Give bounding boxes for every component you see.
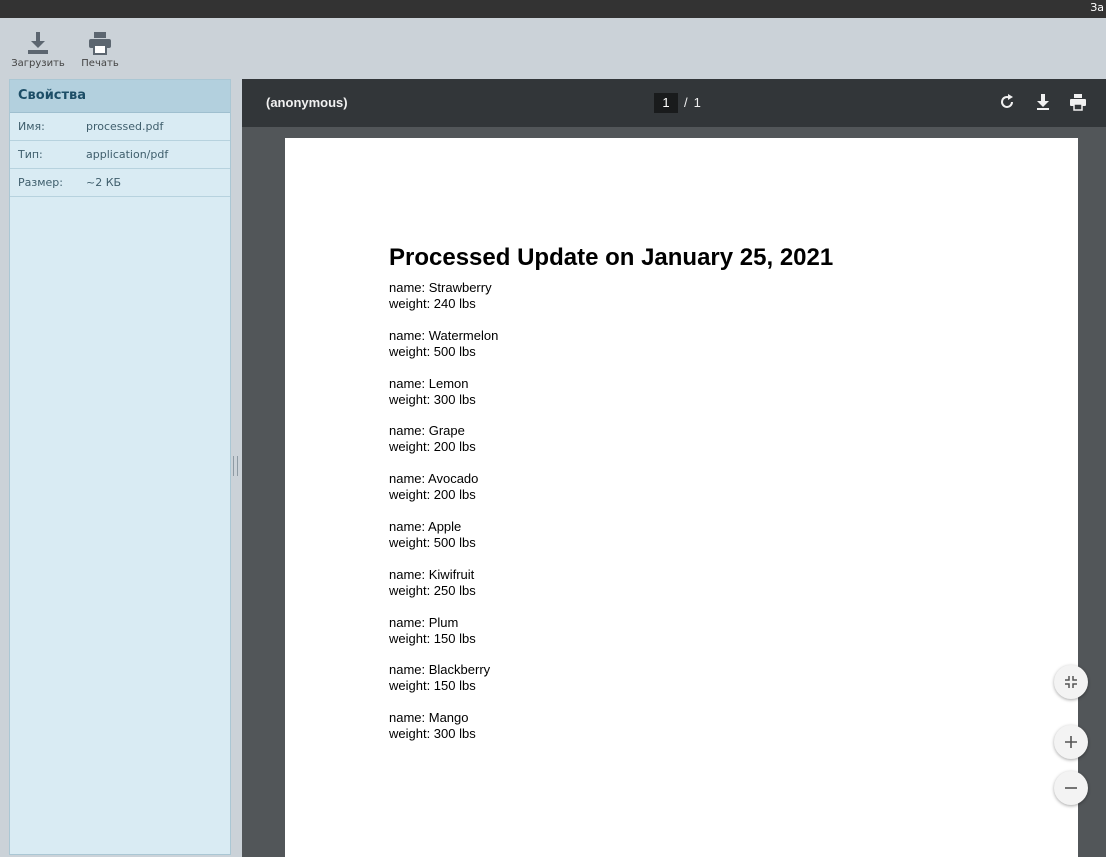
top-bar: За <box>0 0 1106 18</box>
list-item: name: Apple weight: 500 lbs <box>389 519 498 567</box>
download-button-label: Загрузить <box>11 58 65 69</box>
list-item: name: Mango weight: 300 lbs <box>389 710 498 758</box>
list-item: name: Avocado weight: 200 lbs <box>389 471 498 519</box>
download-button[interactable]: Загрузить <box>6 30 70 69</box>
item-weight: weight: 150 lbs <box>389 678 476 694</box>
item-weight: weight: 200 lbs <box>389 439 476 455</box>
property-key: Размер: <box>18 176 63 189</box>
item-weight: weight: 250 lbs <box>389 582 476 598</box>
property-row-name: Имя: processed.pdf <box>10 113 230 141</box>
list-item: name: Watermelon weight: 500 lbs <box>389 328 498 376</box>
property-key: Имя: <box>18 120 45 133</box>
properties-panel: Свойства Имя: processed.pdf Тип: applica… <box>9 79 231 855</box>
item-name: name: Watermelon <box>389 327 499 343</box>
pdf-page: Processed Update on January 25, 2021 nam… <box>285 138 1078 857</box>
item-name: name: Mango <box>389 710 469 726</box>
item-weight: weight: 300 lbs <box>389 726 476 742</box>
property-row-size: Размер: ~2 КБ <box>10 169 230 197</box>
print-button-label: Печать <box>81 58 119 69</box>
viewer-toolbar: (anonymous) 1 / 1 <box>242 79 1106 127</box>
item-name: name: Apple <box>389 518 462 534</box>
zoom-in-button[interactable] <box>1054 725 1088 759</box>
list-item: name: Blackberry weight: 150 lbs <box>389 662 498 710</box>
page-separator: / <box>684 95 688 110</box>
toolbar: Загрузить Печать <box>0 18 1106 78</box>
page-number-input[interactable]: 1 <box>654 93 678 113</box>
pdf-viewer: (anonymous) 1/1 Processed Update on Janu… <box>242 79 1106 857</box>
item-name: name: Kiwifruit <box>389 566 475 582</box>
panel-resize-handle[interactable] <box>233 456 238 476</box>
fit-page-button[interactable] <box>1054 665 1088 699</box>
viewer-print-icon[interactable] <box>1069 93 1087 115</box>
property-value: application/pdf <box>86 148 169 161</box>
zoom-out-button[interactable] <box>1054 771 1088 805</box>
properties-title: Свойства <box>10 80 230 113</box>
document-heading: Processed Update on January 25, 2021 <box>389 244 834 271</box>
list-item: name: Strawberry weight: 240 lbs <box>389 280 498 328</box>
item-name: name: Grape <box>389 423 465 439</box>
list-item: name: Lemon weight: 300 lbs <box>389 376 498 424</box>
item-weight: weight: 500 lbs <box>389 343 476 359</box>
zoom-in-icon <box>1065 736 1077 748</box>
item-name: name: Lemon <box>389 375 469 391</box>
fit-page-icon <box>1065 676 1077 688</box>
fruit-list: name: Strawberry weight: 240 lbs name: W… <box>389 280 498 758</box>
item-weight: weight: 500 lbs <box>389 534 476 550</box>
page-selector: 1 / 1 <box>654 93 701 113</box>
item-name: name: Avocado <box>389 471 479 487</box>
item-name: name: Strawberry <box>389 280 492 295</box>
download-icon <box>28 32 48 54</box>
item-weight: weight: 150 lbs <box>389 630 476 646</box>
item-weight: weight: 300 lbs <box>389 391 476 407</box>
item-weight: weight: 200 lbs <box>389 487 476 503</box>
rotate-icon[interactable] <box>998 93 1016 115</box>
print-icon <box>89 32 111 55</box>
item-name: name: Blackberry <box>389 662 491 678</box>
list-item: name: Kiwifruit weight: 250 lbs <box>389 567 498 615</box>
list-item: name: Plum weight: 150 lbs <box>389 615 498 663</box>
print-button[interactable]: Печать <box>68 30 132 69</box>
property-value: processed.pdf <box>86 120 164 133</box>
document-title: (anonymous) <box>266 95 348 110</box>
property-row-type: Тип: application/pdf <box>10 141 230 169</box>
total-pages: 1 <box>693 95 701 110</box>
item-weight: weight: 240 lbs <box>389 296 476 311</box>
zoom-out-icon <box>1065 787 1077 789</box>
item-name: name: Plum <box>389 614 459 630</box>
property-key: Тип: <box>18 148 43 161</box>
list-item: name: Grape weight: 200 lbs <box>389 423 498 471</box>
viewer-download-icon[interactable] <box>1034 93 1052 115</box>
property-value: ~2 КБ <box>86 176 122 189</box>
top-bar-corner-text: За <box>1090 1 1104 14</box>
